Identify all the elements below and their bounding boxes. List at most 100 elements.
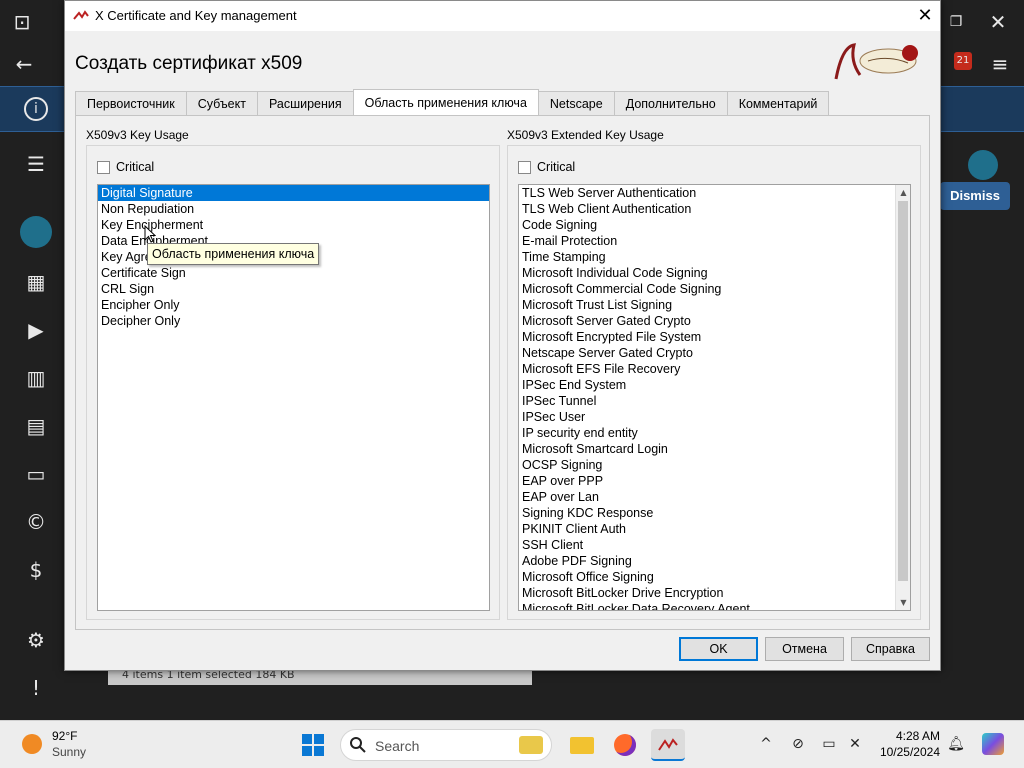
copyright-icon[interactable]: © [24, 510, 48, 534]
file-explorer-icon[interactable] [565, 729, 599, 761]
list-item[interactable]: CRL Sign [98, 281, 489, 297]
search-highlight-icon [519, 736, 543, 754]
scroll-up-icon[interactable]: ▲ [896, 185, 910, 200]
card-icon[interactable]: ▭ [24, 462, 48, 486]
back-arrow-icon[interactable]: ← [12, 52, 36, 76]
tab-netscape[interactable]: Netscape [537, 91, 615, 115]
list-item[interactable]: Netscape Server Gated Crypto [519, 345, 910, 361]
restore-icon[interactable]: ❐ [944, 10, 968, 34]
page-title: Создать сертификат x509 [75, 53, 303, 74]
chart-icon[interactable]: ▥ [24, 366, 48, 390]
network-off-icon[interactable]: ⊘ [789, 735, 807, 753]
close-bg-icon[interactable]: ✕ [986, 10, 1010, 34]
dollar-icon[interactable]: $ [24, 558, 48, 582]
list-item[interactable]: OCSP Signing [519, 457, 910, 473]
list-item[interactable]: TLS Web Client Authentication [519, 201, 910, 217]
firefox-icon[interactable] [608, 729, 642, 761]
list-item[interactable]: Signing KDC Response [519, 505, 910, 521]
taskbar-search[interactable]: Search [340, 729, 552, 761]
list-item[interactable]: Microsoft Commercial Code Signing [519, 281, 910, 297]
list-item[interactable]: Encipher Only [98, 297, 489, 313]
avatar[interactable] [20, 216, 52, 248]
create-certificate-dialog: X Certificate and Key management ✕ Созда… [64, 0, 941, 671]
tab-comment[interactable]: Комментарий [726, 91, 830, 115]
list-item[interactable]: PKINIT Client Auth [519, 521, 910, 537]
tooltip: Область применения ключа [147, 243, 320, 265]
list-item[interactable]: Microsoft EFS File Recovery [519, 361, 910, 377]
list-item[interactable]: Code Signing [519, 217, 910, 233]
windows-start-icon[interactable] [301, 733, 325, 757]
list-item[interactable]: Microsoft Encrypted File System [519, 329, 910, 345]
list-item[interactable]: Microsoft Server Gated Crypto [519, 313, 910, 329]
hamburger-icon[interactable]: ☰ [24, 152, 48, 176]
copilot-icon[interactable] [982, 733, 1004, 755]
note-icon[interactable]: ▤ [24, 414, 48, 438]
help-button[interactable]: Справка [851, 637, 930, 661]
extended-key-usage-list: TLS Web Server Authentication TLS Web Cli… [519, 185, 910, 610]
chevron-up-icon[interactable]: ^ [757, 735, 775, 753]
title-bar[interactable]: X Certificate and Key management ✕ [65, 1, 940, 31]
list-item[interactable]: Certificate Sign [98, 265, 489, 281]
clock-time[interactable]: 4:28 AM [896, 729, 940, 743]
list-item[interactable]: E-mail Protection [519, 233, 910, 249]
tab-extensions[interactable]: Расширения [256, 91, 354, 115]
list-item[interactable]: Microsoft BitLocker Data Recovery Agent [519, 601, 910, 610]
key-usage-group: Critical Digital Signature Non Repudiatio… [86, 145, 500, 620]
extended-key-usage-listbox[interactable]: TLS Web Server Authentication TLS Web Cli… [518, 184, 911, 611]
xca-taskbar-icon[interactable] [651, 729, 685, 761]
list-item[interactable]: Key Encipherment [98, 217, 489, 233]
sun-icon[interactable] [22, 734, 42, 754]
info-icon: i [24, 97, 48, 121]
settings-gear-icon[interactable]: ⚙ [24, 628, 48, 652]
extension-badge-icon[interactable]: 21 [954, 52, 972, 70]
list-item[interactable]: Non Repudiation [98, 201, 489, 217]
sound-muted-icon[interactable]: ✕ [846, 735, 864, 753]
clock-date[interactable]: 10/25/2024 [880, 745, 940, 759]
menu-icon[interactable]: ≡ [988, 52, 1012, 76]
list-item[interactable]: EAP over PPP [519, 473, 910, 489]
close-icon[interactable]: ✕ [910, 1, 940, 31]
ext-key-usage-critical-checkbox[interactable]: Critical [518, 160, 575, 174]
key-usage-critical-checkbox[interactable]: Critical [97, 160, 154, 174]
list-item[interactable]: Microsoft Office Signing [519, 569, 910, 585]
play-icon[interactable]: ▶ [24, 318, 48, 342]
scrollbar[interactable]: ▲ ▼ [895, 185, 910, 610]
ok-button[interactable]: OK [679, 637, 758, 661]
scroll-down-icon[interactable]: ▼ [896, 595, 910, 610]
cancel-button[interactable]: Отмена [765, 637, 844, 661]
weather-temperature[interactable]: 92°F [52, 729, 77, 743]
checkbox-box[interactable] [518, 160, 531, 174]
list-item[interactable]: Microsoft BitLocker Drive Encryption [519, 585, 910, 601]
checkbox-box[interactable] [97, 160, 110, 174]
app-logo-icon [73, 10, 89, 20]
weather-description[interactable]: Sunny [52, 745, 86, 759]
mouse-cursor-icon [144, 225, 156, 243]
list-item[interactable]: IPSec End System [519, 377, 910, 393]
tab-subject[interactable]: Субъект [185, 91, 258, 115]
list-item[interactable]: Time Stamping [519, 249, 910, 265]
list-item[interactable]: Adobe PDF Signing [519, 553, 910, 569]
scroll-thumb[interactable] [898, 201, 908, 581]
list-item[interactable]: IPSec Tunnel [519, 393, 910, 409]
list-item[interactable]: Digital Signature [98, 185, 489, 201]
tab-advanced[interactable]: Дополнительно [613, 91, 728, 115]
list-item[interactable]: Microsoft Individual Code Signing [519, 265, 910, 281]
list-item[interactable]: Microsoft Trust List Signing [519, 297, 910, 313]
display-icon[interactable]: ▭ [820, 735, 838, 753]
list-item[interactable]: SSH Client [519, 537, 910, 553]
grid-icon[interactable]: ▦ [24, 270, 48, 294]
tab-key-usage[interactable]: Область применения ключа [352, 89, 539, 115]
list-item[interactable]: Decipher Only [98, 313, 489, 329]
tab-overview-icon[interactable]: ⊡ [10, 10, 34, 34]
tab-panel: X509v3 Key Usage Critical Digital Signat… [75, 115, 930, 630]
list-item[interactable]: Microsoft Smartcard Login [519, 441, 910, 457]
dismiss-button[interactable]: Dismiss [940, 182, 1010, 210]
notification-bell-icon[interactable]: 🔔︎ [947, 735, 965, 753]
tab-source[interactable]: Первоисточник [75, 91, 187, 115]
list-item[interactable]: EAP over Lan [519, 489, 910, 505]
list-item[interactable]: IPSec User [519, 409, 910, 425]
list-item[interactable]: IP security end entity [519, 425, 910, 441]
bg-avatar-right[interactable] [968, 150, 998, 180]
feedback-icon[interactable]: ! [24, 676, 48, 700]
list-item[interactable]: TLS Web Server Authentication [519, 185, 910, 201]
